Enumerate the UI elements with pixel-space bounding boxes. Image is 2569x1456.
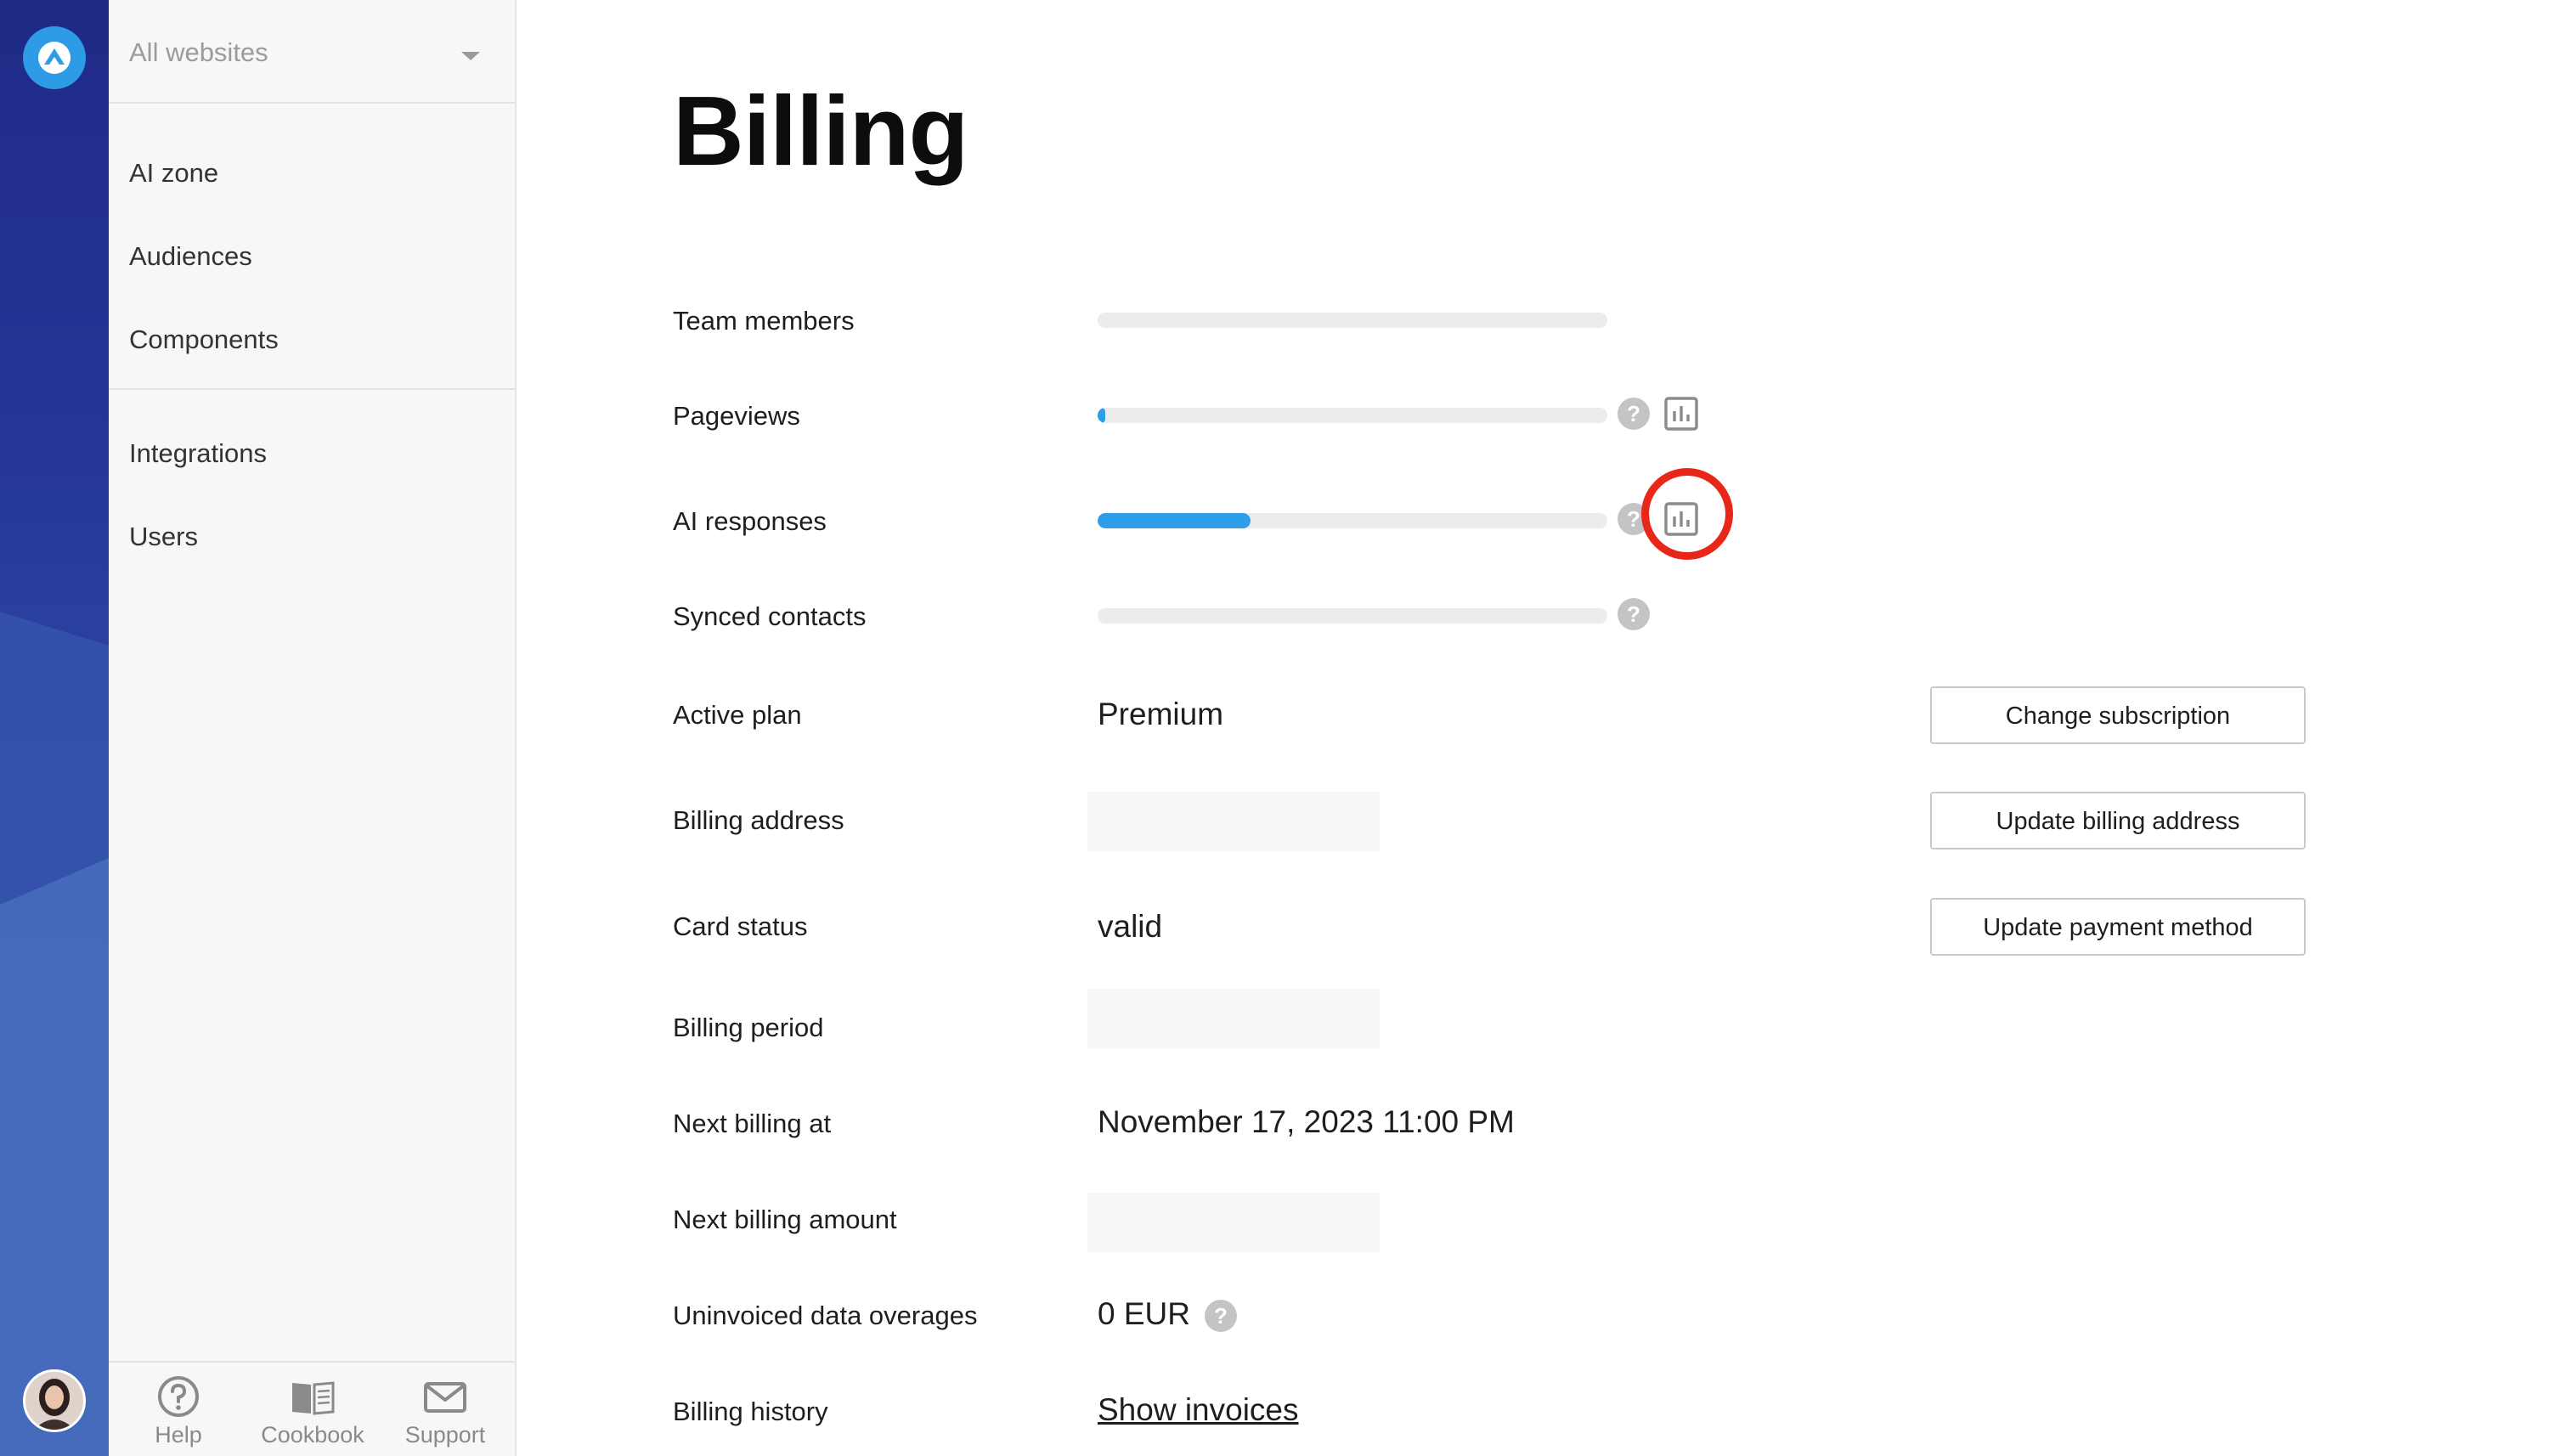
app-rail [0,0,109,1456]
team-members-label: Team members [673,306,855,336]
brand-logo-icon[interactable] [23,26,86,89]
uninvoiced-overages-help-icon[interactable]: ? [1205,1300,1237,1332]
rail-background-shape [0,612,109,1456]
page-title: Billing [673,76,968,186]
sidebar-divider [109,388,515,390]
support-label: Support [404,1422,486,1448]
next-billing-amount-label: Next billing amount [673,1205,897,1234]
billing-period-label: Billing period [673,1013,824,1042]
change-subscription-button[interactable]: Change subscription [1930,686,2306,744]
uninvoiced-overages-value: 0 EUR [1098,1296,1190,1331]
sidebar: All websites AI zone Audiences Component… [109,0,517,1456]
sidebar-bottom-bar: Help Cookbook Support [109,1361,515,1456]
highlight-annotation-circle [1641,468,1733,560]
billing-history-label: Billing history [673,1397,828,1426]
update-billing-address-button[interactable]: Update billing address [1930,792,2306,849]
pageviews-label: Pageviews [673,401,800,431]
card-status-label: Card status [673,911,808,941]
uninvoiced-overages-label: Uninvoiced data overages [673,1301,978,1330]
ai-responses-progress [1098,513,1607,528]
ai-responses-progress-fill [1098,513,1251,528]
pageviews-progress [1098,408,1607,423]
pageviews-progress-fill [1098,408,1105,423]
help-circle-icon [158,1376,199,1417]
card-status-value: valid [1098,909,1163,944]
next-billing-at-value: November 17, 2023 11:00 PM [1098,1104,1515,1139]
team-members-progress [1098,313,1607,328]
sidebar-item-ai-zone[interactable]: AI zone [129,158,218,189]
sidebar-item-audiences[interactable]: Audiences [129,241,252,272]
active-plan-value: Premium [1098,697,1224,731]
cookbook-label: Cookbook [261,1422,364,1448]
billing-period-value-placeholder [1087,989,1380,1048]
ai-responses-label: AI responses [673,506,827,536]
synced-contacts-progress [1098,608,1607,624]
help-label: Help [155,1422,202,1448]
sidebar-item-integrations[interactable]: Integrations [129,438,267,469]
synced-contacts-help-icon[interactable]: ? [1618,598,1650,630]
active-plan-label: Active plan [673,700,802,730]
help-button[interactable]: Help [119,1374,238,1448]
show-invoices-link[interactable]: Show invoices [1098,1392,1299,1428]
website-selector[interactable]: All websites [109,0,515,104]
pageviews-chart-icon[interactable] [1663,396,1699,432]
sidebar-item-users[interactable]: Users [129,522,198,552]
user-avatar[interactable] [23,1369,86,1432]
sidebar-item-components[interactable]: Components [129,324,279,355]
billing-address-value-placeholder [1087,792,1380,851]
website-selector-value: All websites [129,37,268,67]
update-payment-method-button[interactable]: Update payment method [1930,898,2306,956]
pageviews-help-icon[interactable]: ? [1618,398,1650,430]
billing-address-label: Billing address [673,805,844,835]
synced-contacts-label: Synced contacts [673,601,867,631]
next-billing-amount-value-placeholder [1087,1193,1380,1252]
chevron-down-icon [461,52,480,60]
cookbook-button[interactable]: Cookbook [253,1374,372,1448]
book-icon [292,1381,335,1415]
next-billing-at-label: Next billing at [673,1109,832,1138]
support-button[interactable]: Support [386,1374,505,1448]
mail-icon [424,1382,466,1413]
